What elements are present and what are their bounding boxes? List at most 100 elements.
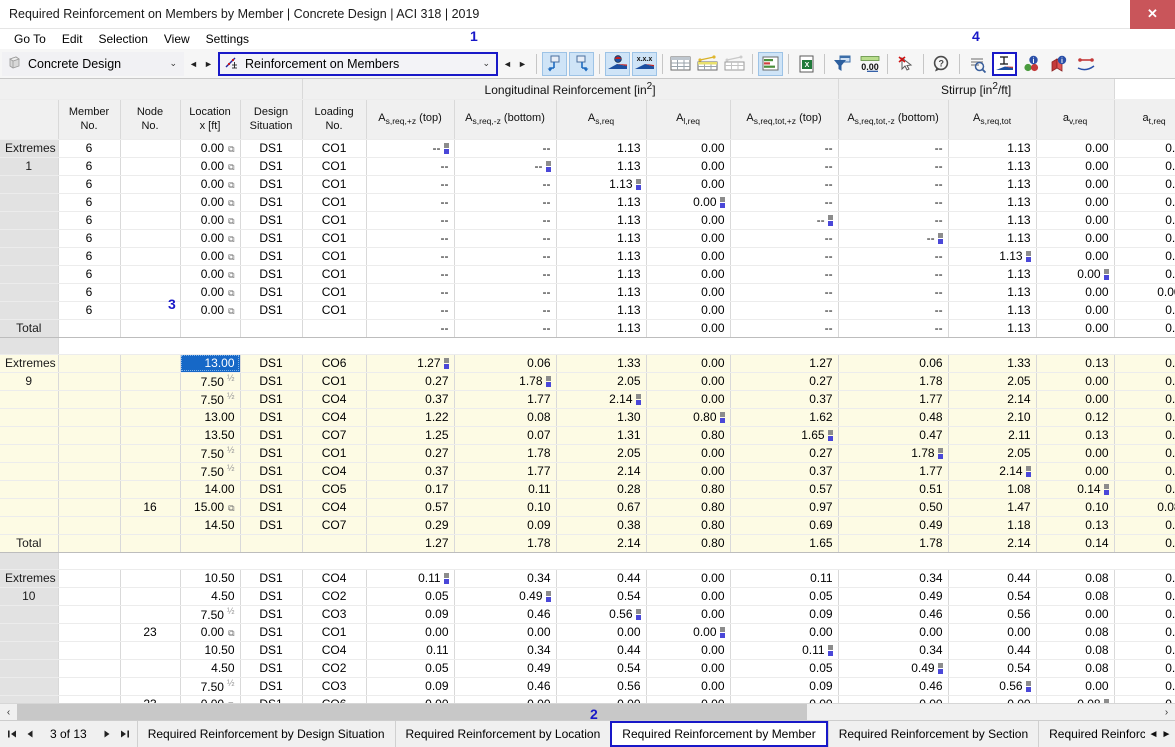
menu-item-view[interactable]: View [156, 32, 198, 46]
cell-loading_no[interactable]: CO1 [302, 283, 366, 301]
cell-as_req_tot_pz_top[interactable]: 0.09 [730, 677, 838, 695]
cell-av_req[interactable]: 0.14 [1036, 480, 1114, 498]
table-with-diagram-button[interactable] [695, 52, 720, 76]
cell-as_req_tot[interactable]: 1.13 [948, 265, 1036, 283]
table-row[interactable]: 4.50DS1CO20.050.490.540.000.050.490.540.… [0, 659, 1175, 677]
cell-at_req[interactable]: 0.00 [1114, 677, 1175, 695]
cell-as_req_tot_pz_top[interactable]: 0.11 [730, 569, 838, 587]
cell-at_req[interactable]: 0.00 [1114, 139, 1175, 157]
deselect-button[interactable] [893, 52, 918, 76]
result-diagram-button[interactable] [758, 52, 783, 76]
cell-loading_no[interactable]: CO2 [302, 659, 366, 677]
cell-location[interactable]: 10.50 [180, 641, 240, 659]
cell-member_no[interactable]: 6 [58, 301, 120, 319]
cell-av_req[interactable]: 0.00 [1036, 444, 1114, 462]
cell-as_req_tot_pz_top[interactable]: 0.57 [730, 480, 838, 498]
cell-design_situation[interactable]: DS1 [240, 695, 302, 703]
cell-node_no[interactable] [120, 605, 180, 623]
cell-location[interactable]: 0.00⧉ [180, 211, 240, 229]
cell-al_req[interactable]: 0.00 [646, 229, 730, 247]
cell-design_situation[interactable]: DS1 [240, 462, 302, 480]
cell-as_req_tot_mz_bottom[interactable]: 1.77 [838, 462, 948, 480]
cell-av_req[interactable]: 0.00 [1036, 301, 1114, 319]
cell-as_req[interactable]: 1.13 [556, 139, 646, 157]
cell-al_req[interactable]: 0.00 [646, 211, 730, 229]
cell-at_req[interactable]: 0.00 [1114, 229, 1175, 247]
cell-al_req[interactable]: 0.00 [646, 390, 730, 408]
cell-design_situation[interactable]: DS1 [240, 569, 302, 587]
cell-as_req[interactable]: 1.13 [556, 229, 646, 247]
cell-as_req_tot[interactable]: 1.33 [948, 354, 1036, 372]
find-in-table-button[interactable] [965, 52, 990, 76]
tab-scroll-right-button[interactable]: ► [1160, 729, 1173, 740]
cell-node_no[interactable] [120, 229, 180, 247]
cell-as_req_mz_bottom[interactable]: -- [454, 211, 556, 229]
tab-1[interactable]: Required Reinforcement by Location [395, 721, 611, 747]
cell-al_req[interactable]: 0.00 [646, 695, 730, 703]
cell-al_req[interactable]: 0.80 [646, 426, 730, 444]
result-prev-button[interactable]: ◄ [500, 59, 515, 69]
cell-location[interactable]: 7.50½ [180, 372, 240, 390]
show-multiple-values-button[interactable]: x.x.x [632, 52, 657, 76]
cell-as_req_tot[interactable]: 1.13 [948, 139, 1036, 157]
cell-at_req[interactable]: 0.00 [1114, 623, 1175, 641]
cell-as_req_tot_mz_bottom[interactable]: 0.50 [838, 498, 948, 516]
cell-member_no[interactable]: 6 [58, 211, 120, 229]
cell-member_no[interactable] [58, 354, 120, 372]
cell-member_no[interactable]: 6 [58, 193, 120, 211]
cell-at_req[interactable]: 0.00 [1114, 211, 1175, 229]
cell-as_req_mz_bottom[interactable]: 0.09 [454, 516, 556, 534]
cell-location[interactable]: 14.50 [180, 516, 240, 534]
cell-as_req[interactable]: 0.28 [556, 480, 646, 498]
cell-location[interactable]: 0.00⧉ [180, 283, 240, 301]
cell-member_no[interactable] [58, 462, 120, 480]
menu-item-settings[interactable]: Settings [198, 32, 257, 46]
cell-location[interactable]: 7.50½ [180, 462, 240, 480]
cell-design_situation[interactable]: DS1 [240, 623, 302, 641]
table-row[interactable]: Extremes60.00⧉DS1CO1----1.130.00----1.13… [0, 139, 1175, 157]
table-row[interactable]: 13.00DS1CO41.220.081.300.801.620.482.100… [0, 408, 1175, 426]
column-header-rowlabel[interactable] [0, 99, 58, 139]
cell-as_req_tot_mz_bottom[interactable]: -- [838, 229, 948, 247]
cell-loading_no[interactable]: CO1 [302, 265, 366, 283]
cell-as_req_tot_mz_bottom[interactable]: 0.51 [838, 480, 948, 498]
column-header-node_no[interactable]: NodeNo. [120, 99, 180, 139]
cell-as_req_tot_mz_bottom[interactable]: 1.78 [838, 444, 948, 462]
cell-node_no[interactable] [120, 408, 180, 426]
table-row[interactable]: 60.00⧉DS1CO1----1.130.00----1.130.000.00… [0, 283, 1175, 301]
cell-location[interactable]: 0.00⧉ [180, 301, 240, 319]
cell-as_req_tot_pz_top[interactable]: 0.05 [730, 659, 838, 677]
cell-av_req[interactable]: 0.14 [1036, 534, 1114, 552]
cell-av_req[interactable]: 0.13 [1036, 354, 1114, 372]
cell-as_req_tot[interactable]: 2.14 [948, 534, 1036, 552]
cell-as_req_pz_top[interactable]: 0.27 [366, 372, 454, 390]
printout-report-button[interactable]: i [1046, 52, 1071, 76]
cell-member_no[interactable]: 6 [58, 283, 120, 301]
cell-al_req[interactable]: 0.80 [646, 516, 730, 534]
cell-member_no[interactable] [58, 319, 120, 337]
cell-av_req[interactable]: 0.13 [1036, 516, 1114, 534]
cell-as_req_tot_pz_top[interactable]: -- [730, 283, 838, 301]
cell-as_req_tot_mz_bottom[interactable]: 0.46 [838, 605, 948, 623]
cell-location[interactable]: 14.00 [180, 480, 240, 498]
table-row[interactable]: 230.00⧉DS1CO60.000.000.000.000.000.000.0… [0, 695, 1175, 703]
cell-as_req_mz_bottom[interactable]: 0.34 [454, 641, 556, 659]
cell-as_req_tot_mz_bottom[interactable]: -- [838, 211, 948, 229]
cell-design_situation[interactable]: DS1 [240, 444, 302, 462]
cell-as_req_tot_pz_top[interactable]: -- [730, 265, 838, 283]
cell-av_req[interactable]: 0.00 [1036, 319, 1114, 337]
cell-as_req[interactable]: 0.00 [556, 623, 646, 641]
cell-as_req_pz_top[interactable]: -- [366, 175, 454, 193]
cell-av_req[interactable]: 0.08 [1036, 641, 1114, 659]
cell-as_req_mz_bottom[interactable]: 0.06 [454, 354, 556, 372]
cell-av_req[interactable]: 0.00 [1036, 677, 1114, 695]
cell-as_req_tot_pz_top[interactable]: 0.00 [730, 623, 838, 641]
cell-av_req[interactable]: 0.00 [1036, 211, 1114, 229]
cell-as_req[interactable]: 1.13 [556, 193, 646, 211]
cell-as_req_tot_pz_top[interactable]: -- [730, 247, 838, 265]
cell-loading_no[interactable]: CO1 [302, 139, 366, 157]
cell-av_req[interactable]: 0.08 [1036, 569, 1114, 587]
menu-item-selection[interactable]: Selection [91, 32, 156, 46]
cell-location[interactable]: 13.00 [180, 408, 240, 426]
cell-as_req[interactable]: 1.13 [556, 175, 646, 193]
